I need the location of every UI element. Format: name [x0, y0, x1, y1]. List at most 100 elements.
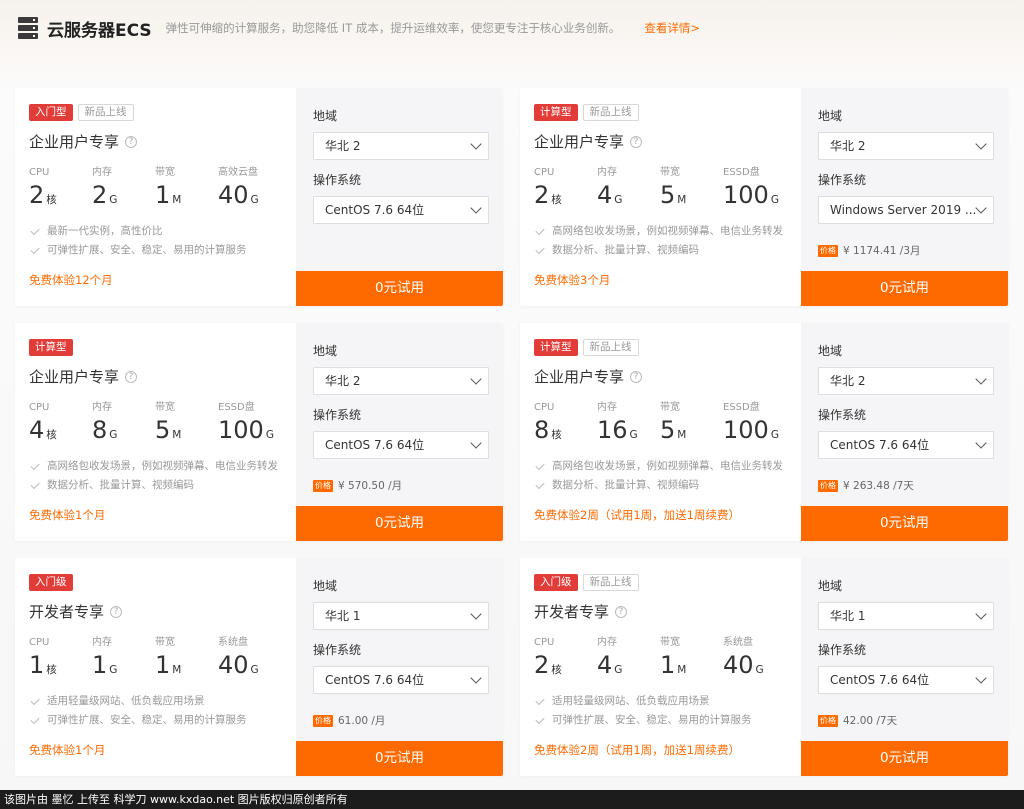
plan-name: 企业用户专享?: [534, 366, 643, 387]
spec-number: 2: [29, 181, 45, 209]
watermark-footer: 该图片由 墨忆 上传至 科学刀 www.kxdao.net 图片版权归原创者所有: [0, 790, 1024, 809]
new-product-tag: 新品上线: [582, 339, 639, 356]
region-select[interactable]: 华北 2: [313, 132, 489, 160]
spec-value: 4G: [597, 650, 660, 680]
region-select[interactable]: 华北 2: [818, 367, 994, 395]
free-trial-button[interactable]: 0元试用: [296, 506, 503, 541]
os-select[interactable]: CentOS 7.6 64位: [313, 666, 489, 694]
spec-label: 带宽: [660, 402, 680, 413]
feature-text: 数据分析、批量计算、视频编码: [552, 244, 699, 256]
spec-item: CPU 4 核: [29, 401, 92, 445]
card-info: 计算型 新品上线 企业用户专享? CPU 2 核内存 4 G 带宽 5 M ESSD盘 100 G 高网络包…: [520, 88, 801, 306]
check-icon: [535, 479, 545, 489]
help-icon[interactable]: ?: [630, 370, 643, 383]
plan-name-text: 企业用户专享: [29, 368, 120, 386]
spec-label: CPU: [534, 167, 555, 178]
region-select[interactable]: 华北 2: [313, 367, 489, 395]
tag-list: 入门级 新品上线: [534, 574, 644, 591]
spec-unit: 核: [46, 664, 57, 676]
feature-list: 适用轻量级网站、低负载应用场景 可弹性扩展、安全、稳定、易用的计算服务: [29, 692, 247, 730]
region-value: 华北 2: [830, 374, 866, 388]
spec-number: 1: [155, 651, 171, 679]
spec-value: 2核: [534, 650, 597, 680]
spec-list: CPU 1 核内存 1 G 带宽 1 M 系统盘 40 G: [29, 636, 281, 680]
chevron-down-icon: [975, 608, 987, 620]
spec-value: 1G: [92, 650, 155, 680]
os-select[interactable]: CentOS 7.6 64位: [313, 431, 489, 459]
spec-label: 内存: [92, 637, 112, 648]
spec-number: 4: [597, 651, 613, 679]
check-icon: [535, 695, 545, 705]
config-panel: 地域 华北 2 操作系统 CentOS 7.6 64位 价格 ¥ 570.50 /月 0元试…: [296, 323, 503, 541]
feature-item: 可弹性扩展、安全、稳定、易用的计算服务: [29, 711, 247, 730]
os-select[interactable]: CentOS 7.6 64位: [818, 431, 994, 459]
spec-label: 系统盘: [723, 637, 753, 648]
os-select[interactable]: CentOS 7.6 64位: [818, 666, 994, 694]
spec-label: 内存: [597, 402, 617, 413]
spec-number: 2: [92, 181, 108, 209]
feature-item: 数据分析、批量计算、视频编码: [534, 241, 783, 260]
check-icon: [30, 695, 40, 705]
region-value: 华北 2: [325, 374, 361, 388]
spec-number: 1: [660, 651, 676, 679]
view-details-link[interactable]: 查看详情>: [644, 20, 700, 36]
region-select[interactable]: 华北 1: [818, 602, 994, 630]
free-trial-button[interactable]: 0元试用: [296, 271, 503, 306]
spec-number: 1: [92, 651, 108, 679]
spec-value: 2核: [29, 180, 92, 210]
plan-name-text: 企业用户专享: [534, 133, 625, 151]
chevron-down-icon: [975, 672, 987, 684]
price-badge: 价格: [818, 479, 838, 492]
spec-item: 带宽 1 M: [155, 166, 218, 210]
feature-text: 适用轻量级网站、低负载应用场景: [552, 695, 710, 707]
region-value: 华北 2: [325, 139, 361, 153]
config-panel: 地域 华北 1 操作系统 CentOS 7.6 64位 价格 61.00 /月 0元试用: [296, 558, 503, 776]
help-icon[interactable]: ?: [630, 135, 643, 148]
spec-unit: G: [770, 194, 779, 206]
check-icon: [30, 479, 40, 489]
free-trial-button[interactable]: 0元试用: [801, 271, 1008, 306]
spec-unit: G: [629, 429, 638, 441]
feature-list: 适用轻量级网站、低负载应用场景可弹性扩展、安全、稳定、易用的计算服务: [534, 692, 752, 730]
spec-number: 5: [155, 416, 171, 444]
os-value: CentOS 7.6 64位: [325, 673, 425, 687]
product-card: 入门级 新品上线 开发者专享? CPU 2 核内存 4 G 带宽 1 M 系统盘 40 G 适用轻量级网站、…: [520, 558, 1008, 776]
plan-name-text: 企业用户专享: [534, 368, 625, 386]
help-icon[interactable]: ?: [125, 370, 138, 383]
check-icon: [30, 225, 40, 235]
spec-unit: M: [172, 664, 182, 676]
os-value: CentOS 7.6 64位: [830, 673, 930, 687]
free-trial-button[interactable]: 0元试用: [801, 506, 1008, 541]
spec-item: 内存 8 G: [92, 401, 155, 445]
spec-label: ESSD盘: [723, 167, 760, 178]
spec-unit: G: [250, 194, 259, 206]
spec-item: ESSD盘 100 G: [723, 401, 786, 445]
region-select[interactable]: 华北 2: [818, 132, 994, 160]
os-select[interactable]: Windows Server 2019 ...: [818, 196, 994, 224]
feature-item: 可弹性扩展、安全、稳定、易用的计算服务: [534, 711, 752, 730]
help-icon[interactable]: ?: [110, 605, 123, 618]
help-icon[interactable]: ?: [125, 135, 138, 148]
plan-name-text: 企业用户专享: [29, 133, 120, 151]
free-trial-button[interactable]: 0元试用: [801, 741, 1008, 776]
price-info: 价格 61.00 /月: [313, 713, 385, 728]
feature-text: 数据分析、批量计算、视频编码: [47, 479, 194, 491]
chevron-down-icon: [975, 373, 987, 385]
spec-item: 高效云盘 40 G: [218, 166, 281, 210]
spec-item: CPU 1 核: [29, 636, 92, 680]
spec-item: 系统盘 40 G: [218, 636, 281, 680]
feature-item: 高网络包收发场景，例如视频弹幕、电信业务转发: [534, 457, 783, 476]
check-icon: [30, 244, 40, 254]
region-select[interactable]: 华北 1: [313, 602, 489, 630]
os-select[interactable]: CentOS 7.6 64位: [313, 196, 489, 224]
os-value: CentOS 7.6 64位: [830, 438, 930, 452]
trial-duration: 免费体验1个月: [29, 743, 106, 757]
price-value: ¥ 263.48 /7天: [843, 480, 914, 492]
os-label: 操作系统: [313, 408, 362, 422]
chevron-down-icon: [470, 437, 482, 449]
help-icon[interactable]: ?: [615, 605, 628, 618]
new-product-tag: 新品上线: [77, 104, 134, 121]
free-trial-button[interactable]: 0元试用: [296, 741, 503, 776]
feature-text: 高网络包收发场景，例如视频弹幕、电信业务转发: [552, 225, 783, 237]
spec-value: 40 G: [723, 650, 786, 680]
